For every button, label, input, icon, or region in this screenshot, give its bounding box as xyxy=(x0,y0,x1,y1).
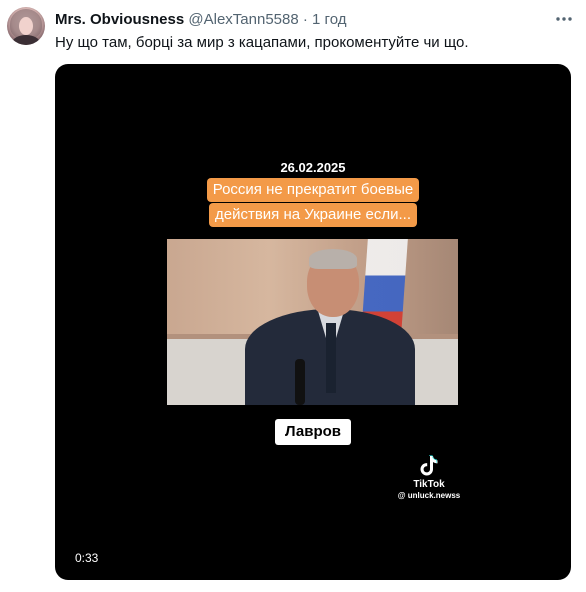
tiktok-handle: @ unluck.newss xyxy=(397,491,461,500)
avatar[interactable] xyxy=(7,7,45,45)
display-name[interactable]: Mrs. Obviousness xyxy=(55,11,184,28)
tweet-text: Ну що там, борці за мир з кацапами, прок… xyxy=(55,34,469,51)
avatar-face xyxy=(19,17,33,35)
video-frame-image xyxy=(167,239,458,405)
user-handle[interactable]: @AlexTann5588 xyxy=(188,11,298,28)
caption-line: действия на Украине если... xyxy=(208,203,418,227)
tiktok-watermark: TikTok @ unluck.newss xyxy=(389,454,469,500)
tweet: Mrs. Obviousness @AlexTann5588 · 1 год Н… xyxy=(0,0,586,592)
microphone-icon xyxy=(295,359,305,405)
video-player[interactable]: 26.02.2025 Россия не прекратит боевые де… xyxy=(55,64,571,580)
header-separator: · xyxy=(302,11,308,28)
avatar-body xyxy=(12,35,40,45)
tweet-time[interactable]: 1 год xyxy=(312,11,346,28)
more-horizontal-icon[interactable] xyxy=(553,10,575,28)
caption-line: Россия не прекратит боевые xyxy=(206,178,420,202)
speaker-name-label: Лавров xyxy=(275,419,351,445)
video-caption: Россия не прекратит боевые действия на У… xyxy=(193,178,433,227)
video-duration: 0:33 xyxy=(75,551,99,565)
tweet-header: Mrs. Obviousness @AlexTann5588 · 1 год xyxy=(55,11,346,29)
tiktok-logo-icon xyxy=(419,454,439,477)
tiktok-brand: TikTok xyxy=(413,479,445,490)
video-date: 26.02.2025 xyxy=(280,160,346,175)
